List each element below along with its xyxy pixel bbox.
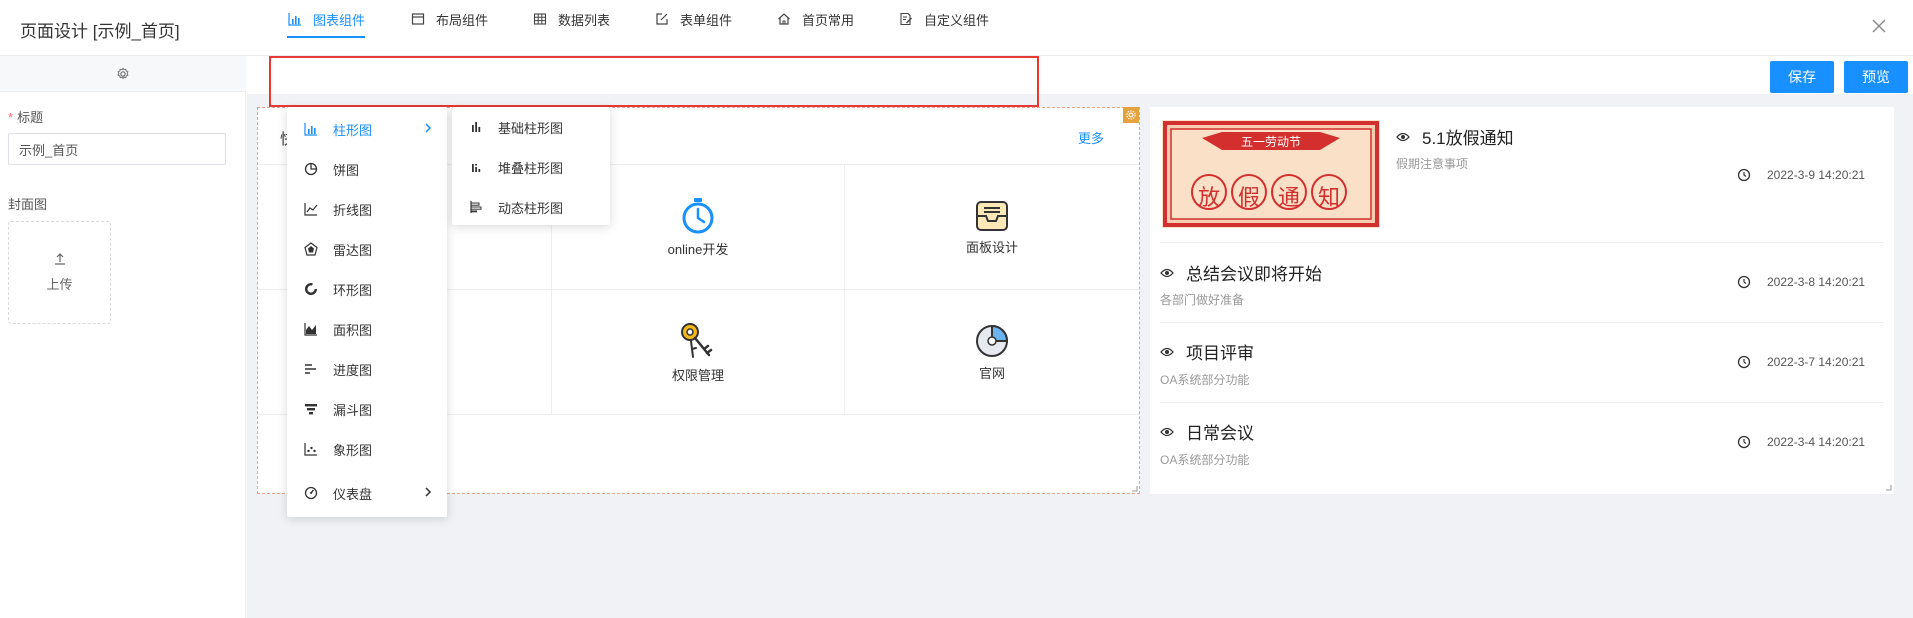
notice-time: 2022-3-7 14:20:21 — [1737, 355, 1865, 369]
notice-divider — [1160, 242, 1884, 243]
menu-item-area-chart[interactable]: 面积图 — [287, 312, 447, 346]
table-icon — [532, 11, 548, 27]
bar-chart-icon — [303, 121, 319, 137]
notice-title[interactable]: 5.1放假通知 — [1396, 124, 1514, 149]
pictorial-chart-icon — [303, 441, 319, 457]
stopwatch-icon — [682, 197, 714, 233]
menu-item-line-chart[interactable]: 折线图 — [287, 192, 447, 226]
preview-button[interactable]: 预览 — [1844, 61, 1908, 93]
quick-nav-official-site[interactable]: 官网 — [845, 290, 1139, 414]
banner-char: 通 — [1277, 185, 1300, 210]
clock-icon — [1737, 275, 1751, 289]
menu-item-funnel-chart[interactable]: 漏斗图 — [287, 392, 447, 426]
menu-item-progress-chart[interactable]: 进度图 — [287, 352, 447, 386]
chart-type-menu: 柱形图 饼图 折线图 雷达图 环形图 面积图 进度图 漏斗图 象形图 仪表盘 — [287, 107, 447, 517]
tab-chart-components[interactable]: 图表组件 — [287, 0, 366, 38]
notice-subtitle: 各部门做好准备 — [1160, 293, 1245, 307]
save-button[interactable]: 保存 — [1770, 61, 1834, 93]
notice-title[interactable]: 日常会议 — [1160, 419, 1254, 444]
funnel-chart-icon — [303, 401, 319, 417]
banner-char: 假 — [1237, 185, 1260, 210]
notice-subtitle: OA系统部分功能 — [1160, 373, 1250, 387]
submenu-item-dynamic-bar[interactable]: 动态柱形图 — [452, 190, 610, 224]
eye-icon — [1160, 427, 1174, 437]
page-title: 页面设计 [示例_首页] — [20, 22, 180, 41]
menu-item-radar-chart[interactable]: 雷达图 — [287, 232, 447, 266]
dynamic-bar-icon — [468, 199, 484, 215]
line-chart-icon — [303, 201, 319, 217]
title-field-label: * 标题 — [8, 110, 44, 125]
chevron-right-icon — [423, 121, 433, 138]
banner-ribbon-text: 五一劳动节 — [1240, 135, 1301, 149]
progress-chart-icon — [303, 361, 319, 377]
quick-nav-panel-design[interactable]: 面板设计 — [845, 165, 1139, 289]
tab-data-list[interactable]: 数据列表 — [532, 0, 610, 38]
eye-icon — [1160, 268, 1174, 278]
notice-time: 2022-3-8 14:20:21 — [1737, 275, 1865, 289]
radar-chart-icon — [303, 241, 319, 257]
eye-icon — [1396, 132, 1410, 142]
gauge-icon — [303, 485, 319, 501]
menu-item-ring-chart[interactable]: 环形图 — [287, 272, 447, 306]
notice-subtitle: 假期注意事项 — [1396, 157, 1469, 171]
component-toolbar — [247, 56, 1913, 94]
close-icon[interactable] — [1865, 12, 1893, 40]
upload-label: 上传 — [46, 277, 73, 292]
required-asterisk: * — [8, 110, 14, 125]
layout-icon — [410, 11, 426, 27]
inbox-tray-icon — [976, 200, 1008, 231]
home-icon — [776, 11, 792, 27]
menu-item-pictorial-chart[interactable]: 象形图 — [287, 432, 447, 466]
ring-chart-icon — [303, 281, 319, 297]
tab-custom-components[interactable]: 自定义组件 — [898, 0, 989, 38]
menu-item-gauge[interactable]: 仪表盘 — [287, 476, 447, 510]
settings-gear-icon[interactable] — [0, 56, 246, 92]
submenu-item-basic-bar[interactable]: 基础柱形图 — [452, 110, 610, 144]
keys-icon — [681, 322, 713, 358]
custom-component-icon — [898, 11, 914, 27]
bar-chart-submenu: 基础柱形图 堆叠柱形图 动态柱形图 — [452, 107, 610, 225]
edit-form-icon — [654, 11, 670, 27]
eye-icon — [1160, 347, 1174, 357]
more-link[interactable]: 更多 — [1078, 128, 1104, 147]
upload-icon — [54, 253, 65, 265]
banner-char: 放 — [1197, 185, 1220, 210]
submenu-item-stacked-bar[interactable]: 堆叠柱形图 — [452, 150, 610, 184]
pie-chart-icon — [303, 161, 319, 177]
tab-layout-components[interactable]: 布局组件 — [410, 0, 488, 38]
resize-handle-icon[interactable] — [1885, 484, 1892, 491]
area-chart-icon — [303, 321, 319, 337]
notice-title[interactable]: 项目评审 — [1160, 339, 1254, 364]
notice-subtitle: OA系统部分功能 — [1160, 453, 1250, 467]
notice-time: 2022-3-4 14:20:21 — [1737, 435, 1865, 449]
bar-chart-icon — [287, 11, 303, 27]
stacked-bar-icon — [468, 159, 484, 175]
menu-item-bar-chart[interactable]: 柱形图 — [287, 112, 447, 146]
tab-form-components[interactable]: 表单组件 — [654, 0, 732, 38]
notice-time: 2022-3-9 14:20:21 — [1737, 168, 1865, 182]
chevron-right-icon — [423, 485, 433, 502]
menu-item-pie-chart[interactable]: 饼图 — [287, 152, 447, 186]
basic-bar-icon — [468, 119, 484, 135]
clock-icon — [1737, 435, 1751, 449]
banner-char: 知 — [1317, 185, 1340, 210]
cover-field-label: 封面图 — [8, 197, 48, 212]
pie-globe-icon — [976, 324, 1009, 357]
clock-icon — [1737, 168, 1751, 182]
clock-icon — [1737, 355, 1751, 369]
quick-nav-permission[interactable]: 权限管理 — [552, 290, 844, 414]
resize-handle-icon[interactable] — [1131, 485, 1138, 492]
widget-settings-icon[interactable] — [1123, 107, 1139, 123]
cover-upload-button[interactable]: 上传 — [8, 221, 111, 324]
notice-title[interactable]: 总结会议即将开始 — [1160, 260, 1322, 285]
tab-home-common[interactable]: 首页常用 — [776, 0, 854, 38]
notice-divider — [1160, 402, 1884, 403]
notice-divider — [1160, 322, 1884, 323]
title-input[interactable] — [8, 133, 226, 165]
